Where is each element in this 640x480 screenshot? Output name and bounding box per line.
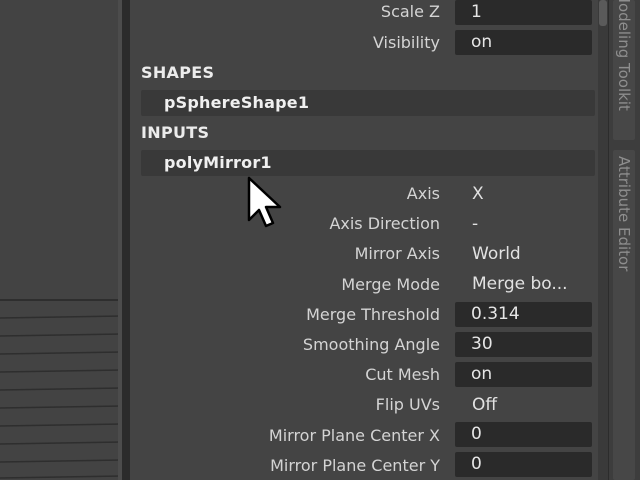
input-node-name: polyMirror1 (164, 153, 272, 172)
tab-modeling-toolkit[interactable]: Modeling Toolkit (613, 0, 635, 140)
merge-threshold-label: Merge Threshold (306, 305, 440, 324)
flip-uvs-label: Flip UVs (375, 395, 440, 414)
axis-direction-value[interactable]: - (472, 213, 596, 235)
app-root: Scale Z 1 Visibility on SHAPES pSphereSh… (0, 0, 640, 480)
input-node-bar[interactable]: polyMirror1 (141, 150, 595, 176)
axis-value[interactable]: X (472, 183, 596, 205)
merge-mode-label: Merge Mode (341, 275, 440, 294)
smoothing-angle-field[interactable]: 30 (455, 332, 592, 357)
viewport-panel[interactable] (0, 0, 122, 480)
flip-uvs-value[interactable]: Off (472, 394, 596, 416)
mirror-axis-label: Mirror Axis (354, 244, 440, 263)
shape-node-bar[interactable]: pSphereShape1 (141, 90, 595, 116)
mirror-plane-center-x-field[interactable]: 0 (455, 422, 592, 447)
scale-z-field[interactable]: 1 (455, 0, 592, 25)
viewport-grid (0, 299, 122, 479)
mirror-plane-center-x-label: Mirror Plane Center X (268, 426, 440, 445)
panel-splitter[interactable] (122, 0, 130, 480)
visibility-label: Visibility (372, 33, 440, 52)
merge-threshold-field[interactable]: 0.314 (455, 302, 592, 327)
scrollbar-thumb[interactable] (599, 0, 607, 26)
shape-node-name: pSphereShape1 (164, 93, 310, 112)
tab-attribute-editor[interactable]: Attribute Editor (613, 150, 635, 480)
tab-attribute-editor-label: Attribute Editor (615, 156, 633, 272)
tab-modeling-toolkit-label: Modeling Toolkit (615, 0, 633, 111)
arrow-cursor-icon (247, 176, 282, 228)
scale-z-label: Scale Z (380, 2, 440, 21)
scrollbar-track[interactable] (598, 0, 608, 480)
mirror-plane-center-y-label: Mirror Plane Center Y (270, 456, 440, 475)
mirror-plane-center-y-field[interactable]: 0 (455, 452, 592, 477)
shapes-section-header[interactable]: SHAPES (141, 63, 214, 83)
smoothing-angle-label: Smoothing Angle (302, 335, 440, 354)
cut-mesh-label: Cut Mesh (365, 365, 440, 384)
merge-mode-value[interactable]: Merge bo... (472, 273, 596, 295)
visibility-field[interactable]: on (455, 30, 592, 55)
mirror-axis-value[interactable]: World (472, 243, 596, 265)
inputs-section-header[interactable]: INPUTS (141, 123, 209, 143)
cut-mesh-field[interactable]: on (455, 362, 592, 387)
